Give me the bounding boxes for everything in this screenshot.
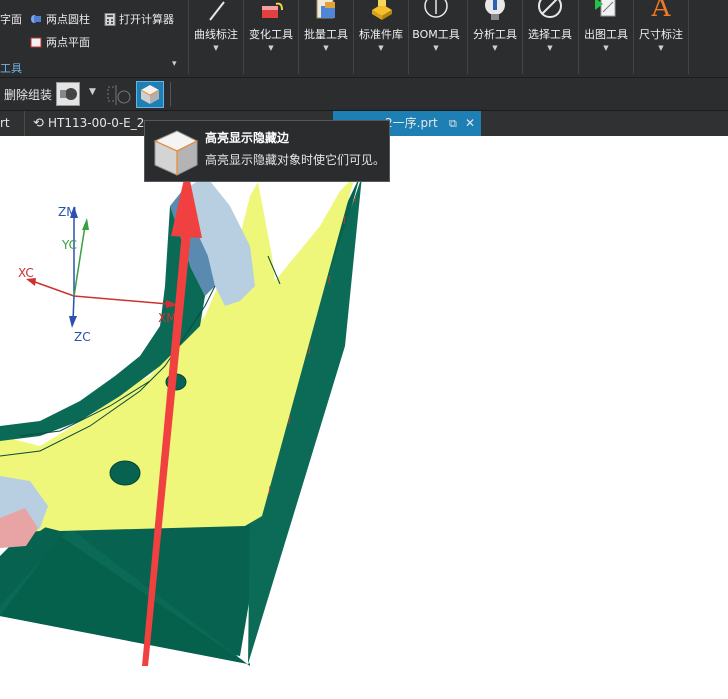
cylinder-icon: [30, 14, 43, 24]
delete-assembly-button[interactable]: 删除组装: [4, 86, 52, 103]
show-hide-icon[interactable]: [106, 83, 132, 107]
group-expand-icon[interactable]: ▾: [172, 59, 177, 69]
dropdown-icon: ▼: [268, 44, 274, 52]
batch-tools-icon: [311, 0, 341, 22]
ribbon-divider: [688, 0, 689, 74]
dimension-button[interactable]: A 尺寸标注 ▼: [633, 0, 689, 74]
batch-tools-button[interactable]: 批量工具 ▼: [298, 0, 354, 74]
dimension-icon: A: [646, 0, 676, 22]
svg-text:A: A: [651, 0, 672, 22]
standard-parts-library-icon: [366, 0, 396, 22]
plane-icon: [30, 37, 43, 48]
dropdown-icon: ▼: [603, 44, 609, 52]
axis-label-zm: ZM: [58, 205, 77, 219]
selection-tools-icon: [535, 0, 565, 22]
tab-assembly-label: HT113-00-0-E_2: [48, 116, 145, 130]
open-calculator-label: 打开计算器: [119, 13, 174, 26]
tooltip-description: 高亮显示隐藏对象时使它们可见。: [205, 153, 386, 167]
tab-part[interactable]: rt: [0, 111, 10, 136]
tab-divider: [24, 111, 25, 136]
dropdown-icon: ▼: [213, 44, 219, 52]
delete-assembly-label: 删除组装: [4, 88, 53, 102]
bom-tools-icon: [421, 0, 451, 22]
dropdown-icon[interactable]: ▼: [89, 87, 96, 97]
dropdown-icon: ▼: [378, 44, 384, 52]
dimension-label: 尺寸标注: [639, 28, 683, 41]
selection-tools-button[interactable]: 选择工具 ▼: [522, 0, 578, 74]
bom-tools-label: BOM工具: [412, 28, 460, 41]
analysis-tools-label: 分析工具: [473, 28, 517, 41]
dropdown-icon: ▼: [433, 44, 439, 52]
drawing-tools-button[interactable]: 出图工具 ▼: [578, 0, 634, 74]
hole: [109, 460, 141, 486]
two-point-plane-label: 两点平面: [46, 36, 90, 49]
graphics-viewport[interactable]: XC YC ZC ZM XM: [0, 136, 728, 699]
curve-dimension-icon: [201, 0, 231, 22]
curve-dimension-label: 曲线标注: [194, 28, 238, 41]
tooltip-icon: [151, 127, 201, 177]
secondary-toolbar: 删除组装 ▼: [0, 78, 728, 111]
standard-parts-library-button[interactable]: 标准件库 ▼: [353, 0, 409, 74]
axis-label-yc: YC: [61, 238, 77, 252]
close-icon[interactable]: ✕: [465, 111, 475, 136]
camera-view-icon[interactable]: [56, 82, 80, 106]
surface-label: 字面: [0, 13, 22, 26]
transform-tools-label: 变化工具: [249, 28, 293, 41]
standard-parts-library-label: 标准件库: [359, 28, 403, 41]
tab-part-label: rt: [0, 116, 10, 130]
tab-active-label: 2一序.prt: [385, 116, 438, 130]
batch-tools-label: 批量工具: [304, 28, 348, 41]
tab-assembly[interactable]: ⟲ HT113-00-0-E_2: [33, 111, 144, 136]
toolbar-divider: [170, 82, 171, 106]
two-point-cylinder-label: 两点圆柱: [46, 13, 90, 26]
drawing-tools-label: 出图工具: [584, 28, 628, 41]
assembly-link-icon: ⟲: [33, 116, 49, 131]
highlight-hidden-edges-icon: [140, 85, 160, 104]
tooltip-title: 高亮显示隐藏边: [205, 131, 290, 145]
two-point-cylinder-tool[interactable]: 两点圆柱: [30, 11, 90, 27]
dropdown-icon: ▼: [323, 44, 329, 52]
popout-icon[interactable]: ⧉: [449, 111, 457, 136]
dropdown-icon: ▼: [492, 44, 498, 52]
ribbon: 字面 两点圆柱 打开计算器 两点平面 工具 ▾ 曲线标注 ▼ 变化工具 ▼ 批量…: [0, 0, 728, 78]
bom-tools-button[interactable]: BOM工具 ▼: [408, 0, 464, 74]
selection-tools-label: 选择工具: [528, 28, 572, 41]
surface-tool[interactable]: 字面: [0, 11, 22, 27]
dropdown-icon: ▼: [658, 44, 664, 52]
two-point-plane-tool[interactable]: 两点平面: [30, 34, 90, 50]
analysis-tools-icon: [480, 0, 510, 22]
drawing-tools-icon: [591, 0, 621, 22]
axis-label-xc: XC: [18, 266, 34, 280]
calculator-icon: [104, 12, 116, 26]
group-label: 工具: [0, 62, 22, 75]
open-calculator-tool[interactable]: 打开计算器: [104, 11, 174, 27]
dropdown-icon: ▼: [547, 44, 553, 52]
csys-triad: [26, 206, 178, 328]
axis-label-zc: ZC: [74, 330, 91, 344]
tooltip: 高亮显示隐藏边 高亮显示隐藏对象时使它们可见。: [144, 120, 390, 182]
transform-tools-button[interactable]: 变化工具 ▼: [243, 0, 299, 74]
transform-tools-icon: [256, 0, 286, 22]
highlight-hidden-edges-button[interactable]: [136, 81, 164, 108]
curve-dimension-button[interactable]: 曲线标注 ▼: [188, 0, 244, 74]
analysis-tools-button[interactable]: 分析工具 ▼: [467, 0, 523, 74]
model-canvas: XC YC ZC ZM XM: [0, 166, 362, 666]
